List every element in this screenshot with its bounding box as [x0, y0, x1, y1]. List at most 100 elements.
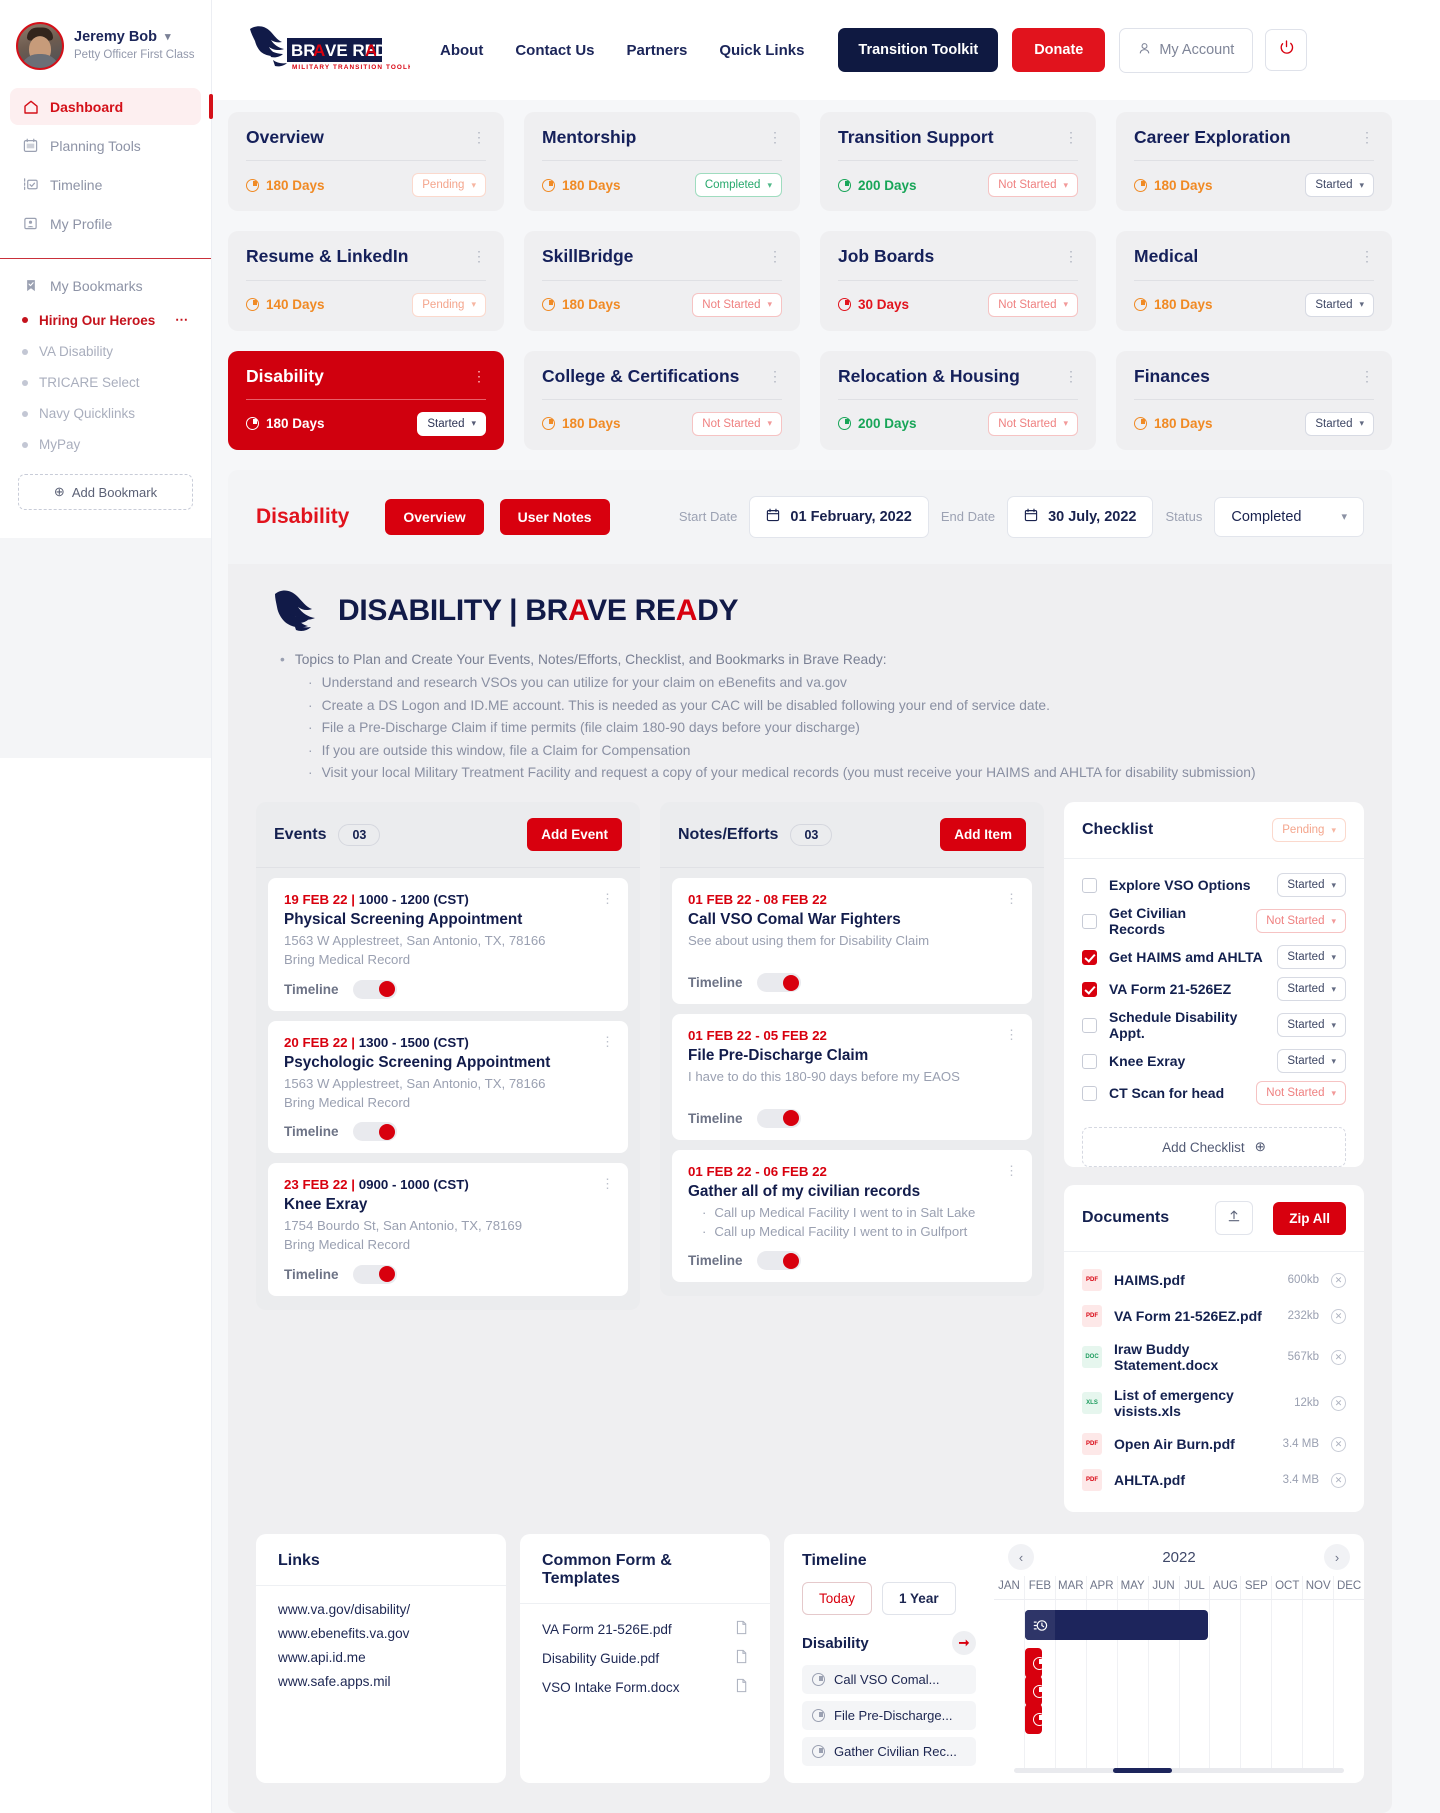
checklist-status[interactable]: Started ▾ — [1277, 1013, 1346, 1038]
start-date-input[interactable]: 01 February, 2022 — [749, 495, 929, 538]
card-status-select[interactable]: Pending ▾ — [412, 292, 486, 317]
zip-all-button[interactable]: Zip All — [1273, 1201, 1346, 1235]
document-icon[interactable] — [735, 1649, 748, 1667]
timeline-toggle[interactable] — [756, 1251, 801, 1271]
checklist-status[interactable]: Not Started ▾ — [1256, 1081, 1346, 1106]
kebab-menu-icon[interactable]: ⋮ — [1360, 367, 1374, 383]
note-item[interactable]: ⋮ 01 FEB 22 - 08 FEB 22 Call VSO Comal W… — [672, 878, 1032, 1005]
timeline-bar-task-2[interactable] — [1024, 1676, 1046, 1707]
tab-overview[interactable]: Overview — [385, 498, 484, 535]
kebab-menu-icon[interactable]: ⋮ — [768, 367, 782, 383]
timeline-task-row[interactable]: File Pre-Discharge... — [802, 1701, 976, 1731]
document-row[interactable]: PDF VA Form 21-526EZ.pdf 232kb ✕ — [1064, 1298, 1364, 1334]
module-card-medical[interactable]: Medical ⋮ 180 Days Started ▾ — [1116, 231, 1392, 331]
kebab-menu-icon[interactable]: ⋮ — [601, 1034, 614, 1050]
checkbox[interactable] — [1082, 981, 1097, 997]
bookmark-item-mypay[interactable]: MyPay — [0, 429, 211, 460]
kebab-menu-icon[interactable]: ⋮ — [768, 247, 782, 263]
kebab-menu-icon[interactable]: ⋮ — [601, 891, 614, 907]
remove-icon[interactable]: ✕ — [1331, 1308, 1346, 1324]
checkbox[interactable] — [1082, 913, 1097, 929]
checklist-item[interactable]: Get Civilian Records Not Started ▾ — [1082, 905, 1346, 937]
form-row[interactable]: VSO Intake Form.docx — [542, 1678, 748, 1696]
kebab-menu-icon[interactable]: ⋮ — [1005, 1027, 1018, 1043]
document-row[interactable]: PDF AHLTA.pdf 3.4 MB ✕ — [1064, 1462, 1364, 1498]
add-checklist-button[interactable]: Add Checklist ⊕ — [1082, 1127, 1346, 1168]
event-item[interactable]: ⋮ 19 FEB 22 | 1000 - 1200 (CST) Physical… — [268, 878, 628, 1011]
link-item[interactable]: www.va.gov/disability/ — [278, 1602, 484, 1617]
kebab-menu-icon[interactable]: ⋮ — [1064, 128, 1078, 144]
tab-user-notes[interactable]: User Notes — [499, 498, 610, 535]
nav-link-contact-us[interactable]: Contact Us — [515, 42, 594, 59]
module-card-skillbridge[interactable]: SkillBridge ⋮ 180 Days Not Started ▾ — [524, 231, 800, 331]
bookmark-item-tricare-select[interactable]: TRICARE Select — [0, 367, 211, 398]
arrow-right-icon[interactable]: ➞ — [952, 1631, 976, 1656]
checkbox[interactable] — [1082, 949, 1097, 965]
checkbox[interactable] — [1082, 877, 1097, 893]
today-button[interactable]: Today — [802, 1582, 873, 1616]
card-status-select[interactable]: Not Started ▾ — [988, 292, 1078, 317]
sidebar-item-dashboard[interactable]: Dashboard — [10, 88, 213, 125]
chevron-down-icon[interactable]: ▾ — [165, 31, 171, 44]
module-card-resume-linkedin[interactable]: Resume & LinkedIn ⋮ 140 Days Pending ▾ — [228, 231, 504, 331]
kebab-menu-icon[interactable]: ⋮ — [1360, 247, 1374, 263]
bookmark-item-va-disability[interactable]: VA Disability — [0, 336, 211, 367]
kebab-menu-icon[interactable]: ⋮ — [472, 247, 486, 263]
remove-icon[interactable]: ✕ — [1331, 1395, 1346, 1411]
link-item[interactable]: www.ebenefits.va.gov — [278, 1626, 484, 1641]
end-date-input[interactable]: 30 July, 2022 — [1007, 495, 1154, 538]
sidebar-item-planning-tools[interactable]: Planning Tools — [10, 127, 201, 164]
card-status-select[interactable]: Not Started ▾ — [988, 173, 1078, 198]
timeline-bar-task-1[interactable] — [1024, 1648, 1046, 1679]
kebab-menu-icon[interactable]: ⋮ — [1005, 891, 1018, 907]
link-item[interactable]: www.safe.apps.mil — [278, 1674, 484, 1689]
checklist-item[interactable]: Schedule Disability Appt. Started ▾ — [1082, 1009, 1346, 1041]
timeline-toggle[interactable] — [352, 1264, 397, 1284]
nav-link-about[interactable]: About — [440, 42, 483, 59]
document-row[interactable]: XLS List of emergency visists.xls 12kb ✕ — [1064, 1380, 1364, 1426]
checkbox[interactable] — [1082, 1017, 1097, 1033]
upload-button[interactable] — [1215, 1201, 1254, 1236]
sidebar-item-my-profile[interactable]: My Profile — [10, 205, 201, 242]
kebab-menu-icon[interactable]: ⋮ — [472, 128, 486, 144]
checklist-status[interactable]: Started ▾ — [1277, 977, 1346, 1002]
nav-link-partners[interactable]: Partners — [627, 42, 688, 59]
add-event-button[interactable]: Add Event — [527, 818, 622, 852]
checklist-status-select[interactable]: Pending ▾ — [1272, 818, 1346, 843]
module-card-overview[interactable]: Overview ⋮ 180 Days Pending ▾ — [228, 112, 504, 212]
card-status-select[interactable]: Not Started ▾ — [692, 292, 782, 317]
kebab-menu-icon[interactable]: ⋮ — [1064, 247, 1078, 263]
checklist-item[interactable]: Get HAIMS amd AHLTA Started ▾ — [1082, 945, 1346, 970]
checklist-status[interactable]: Started ▾ — [1277, 873, 1346, 898]
document-row[interactable]: DOC Iraw Buddy Statement.docx 567kb ✕ — [1064, 1334, 1364, 1380]
nav-link-quick-links[interactable]: Quick Links — [719, 42, 804, 59]
document-row[interactable]: PDF HAIMS.pdf 600kb ✕ — [1064, 1262, 1364, 1298]
checkbox[interactable] — [1082, 1085, 1097, 1101]
kebab-menu-icon[interactable]: ⋮ — [768, 128, 782, 144]
document-icon[interactable] — [735, 1620, 748, 1638]
form-row[interactable]: Disability Guide.pdf — [542, 1649, 748, 1667]
form-row[interactable]: VA Form 21-526E.pdf — [542, 1620, 748, 1638]
kebab-menu-icon[interactable]: ⋮ — [472, 367, 486, 383]
module-card-mentorship[interactable]: Mentorship ⋮ 180 Days Completed ▾ — [524, 112, 800, 212]
module-card-college-certifications[interactable]: College & Certifications ⋮ 180 Days Not … — [524, 350, 800, 450]
timeline-toggle[interactable] — [352, 979, 397, 999]
card-status-select[interactable]: Started ▾ — [1305, 292, 1374, 317]
more-options-icon[interactable]: ⋯ — [175, 312, 189, 328]
transition-toolkit-button[interactable]: Transition Toolkit — [838, 28, 999, 72]
range-select[interactable]: 1 Year — [882, 1582, 956, 1616]
module-card-finances[interactable]: Finances ⋮ 180 Days Started ▾ — [1116, 350, 1392, 450]
module-card-disability[interactable]: Disability ⋮ 180 Days Started ▾ — [228, 350, 504, 450]
checklist-status[interactable]: Not Started ▾ — [1256, 909, 1346, 934]
checklist-item[interactable]: Knee Exray Started ▾ — [1082, 1049, 1346, 1074]
kebab-menu-icon[interactable]: ⋮ — [1360, 128, 1374, 144]
event-item[interactable]: ⋮ 23 FEB 22 | 0900 - 1000 (CST) Knee Exr… — [268, 1163, 628, 1296]
card-status-select[interactable]: Pending ▾ — [412, 173, 486, 198]
event-item[interactable]: ⋮ 20 FEB 22 | 1300 - 1500 (CST) Psycholo… — [268, 1020, 628, 1154]
link-item[interactable]: www.api.id.me — [278, 1650, 484, 1665]
timeline-toggle[interactable] — [756, 973, 801, 993]
remove-icon[interactable]: ✕ — [1331, 1436, 1346, 1452]
kebab-menu-icon[interactable]: ⋮ — [601, 1176, 614, 1192]
card-status-select[interactable]: Started ▾ — [1305, 173, 1374, 198]
kebab-menu-icon[interactable]: ⋮ — [1005, 1163, 1018, 1179]
